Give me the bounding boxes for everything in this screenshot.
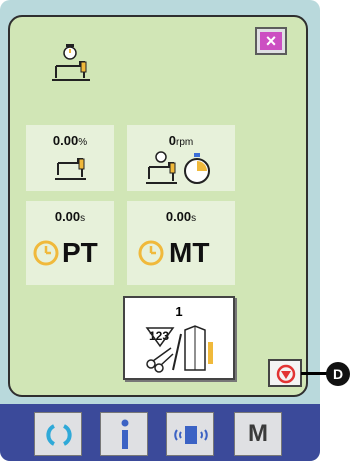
pitch-time-readout: 0.00s bbox=[54, 209, 86, 224]
sewing-machine-timer-icon bbox=[52, 44, 90, 81]
sewing-machine-icon bbox=[55, 158, 86, 180]
info-icon bbox=[121, 419, 129, 449]
rpm-readout: 0rpm bbox=[168, 133, 194, 148]
callout-marker: D bbox=[326, 362, 350, 386]
info-button[interactable] bbox=[100, 412, 148, 456]
mt-label: MT bbox=[169, 237, 210, 268]
machine-time-cell: 0.00s MT bbox=[127, 201, 235, 285]
stop-button[interactable] bbox=[268, 359, 302, 387]
counter-value: 1 bbox=[175, 304, 183, 319]
pt-label: PT bbox=[62, 237, 98, 268]
ready-button[interactable] bbox=[34, 412, 82, 456]
communication-button[interactable] bbox=[166, 412, 214, 456]
pitch-time-cell: 0.00s PT bbox=[26, 201, 114, 285]
thread-trim-counter-icon: 123 bbox=[145, 325, 213, 373]
mode-button[interactable]: M bbox=[234, 412, 282, 456]
speed-ratio-cell: 0.00% bbox=[26, 125, 114, 191]
machine-time-readout: 0.00s bbox=[165, 209, 197, 224]
sewing-timer-icon bbox=[146, 151, 210, 184]
ready-icon bbox=[46, 424, 72, 446]
communication-icon bbox=[174, 426, 208, 444]
clock-icon bbox=[138, 240, 164, 266]
stop-icon bbox=[276, 364, 296, 384]
clock-icon bbox=[33, 240, 59, 266]
speed-ratio-readout: 0.00% bbox=[52, 133, 88, 148]
bottom-nav-bar: M bbox=[0, 404, 320, 461]
close-button[interactable]: × bbox=[255, 27, 287, 55]
rpm-cell: 0rpm bbox=[127, 125, 235, 191]
counter-button[interactable]: 1 123 bbox=[123, 296, 235, 380]
close-icon: × bbox=[260, 32, 282, 50]
